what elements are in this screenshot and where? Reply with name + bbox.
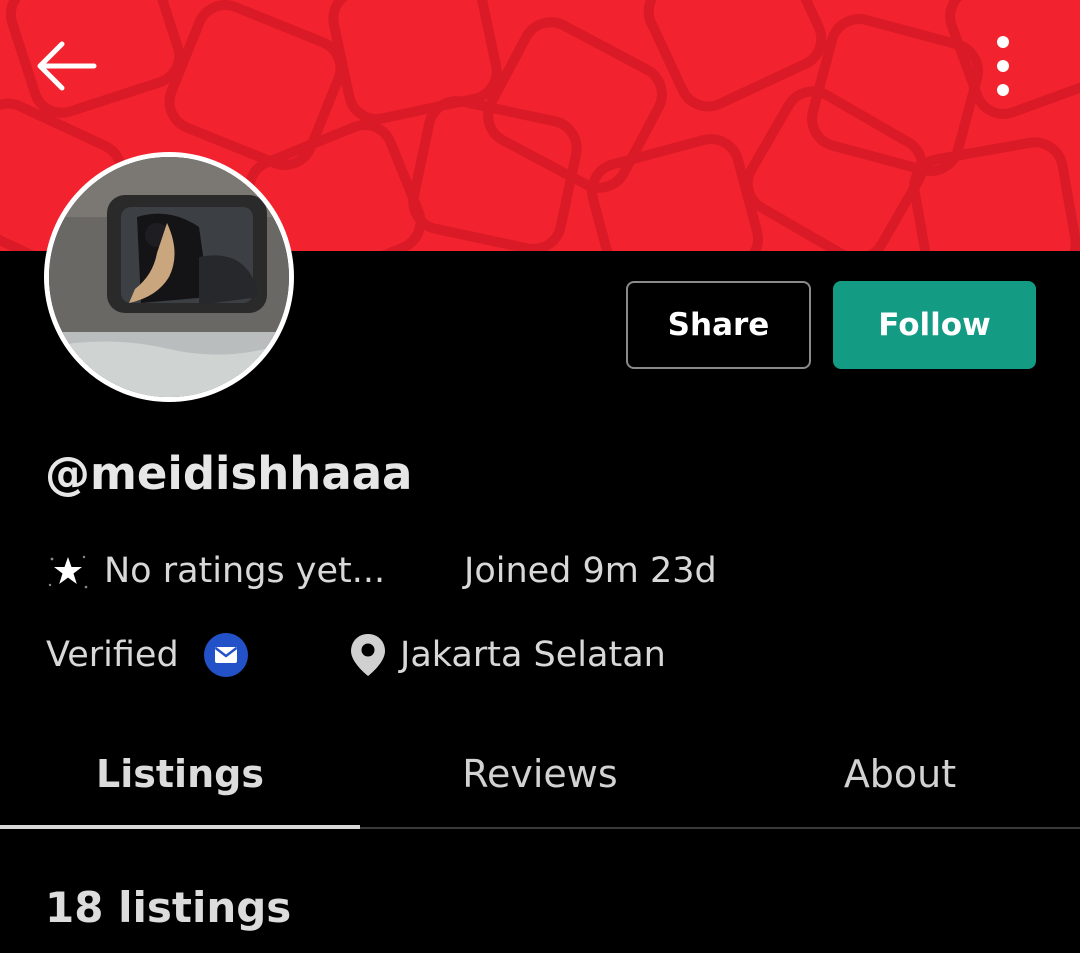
tab-listings[interactable]: Listings bbox=[0, 720, 360, 828]
follow-button[interactable]: Follow bbox=[833, 281, 1036, 369]
listings-count: 18 listings bbox=[45, 883, 292, 932]
joined-text: Joined 9m 23d bbox=[464, 551, 717, 591]
share-button-label: Share bbox=[667, 307, 770, 343]
profile-photo bbox=[49, 157, 289, 397]
verified-label: Verified bbox=[46, 635, 179, 675]
location-text: Jakarta Selatan bbox=[400, 635, 666, 675]
more-vertical-icon bbox=[997, 36, 1009, 96]
share-button[interactable]: Share bbox=[626, 281, 811, 369]
more-options-button[interactable] bbox=[978, 30, 1028, 102]
verified-info: Verified bbox=[46, 630, 249, 680]
active-tab-indicator bbox=[0, 825, 360, 829]
rating-info: No ratings yet... bbox=[46, 546, 385, 596]
star-icon bbox=[46, 549, 90, 593]
profile-tabs: Listings Reviews About bbox=[0, 720, 1080, 830]
rating-joined-row: No ratings yet... Joined 9m 23d bbox=[0, 546, 1080, 596]
tab-about[interactable]: About bbox=[720, 720, 1080, 828]
back-button[interactable] bbox=[30, 36, 102, 96]
verified-location-row: Verified Jakarta Selatan bbox=[0, 630, 1080, 680]
rating-text: No ratings yet... bbox=[104, 551, 386, 591]
tab-reviews[interactable]: Reviews bbox=[360, 720, 720, 828]
mail-icon bbox=[203, 632, 249, 678]
username: @meidishhaaa bbox=[45, 447, 413, 500]
map-pin-icon bbox=[348, 632, 388, 678]
location-info: Jakarta Selatan bbox=[348, 630, 666, 680]
follow-button-label: Follow bbox=[878, 307, 991, 343]
arrow-left-icon bbox=[37, 41, 97, 91]
avatar[interactable] bbox=[44, 152, 294, 402]
